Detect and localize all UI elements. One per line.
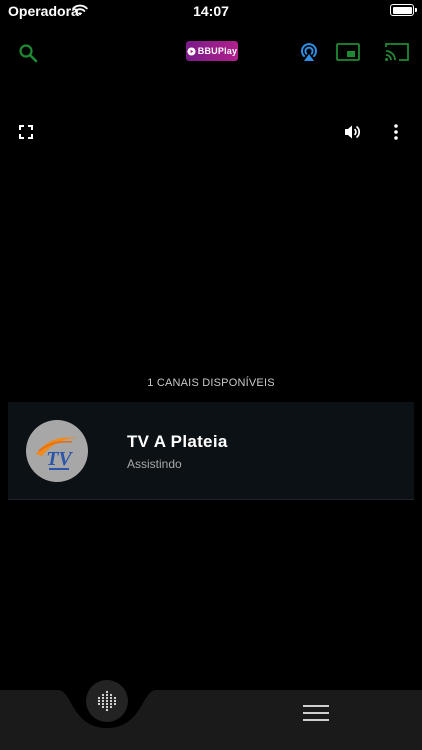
channel-logo: TV xyxy=(26,420,88,482)
cast-button[interactable] xyxy=(383,39,411,65)
channel-logo-text: TV xyxy=(46,448,73,470)
airplay-icon xyxy=(301,43,317,61)
play-icon xyxy=(187,46,196,56)
more-vertical-icon xyxy=(394,124,398,140)
channel-count-label: 1 CANAIS DISPONÍVEIS xyxy=(147,377,275,389)
cast-icon xyxy=(385,43,409,61)
volume-icon xyxy=(345,125,361,139)
battery-icon xyxy=(390,4,417,16)
pip-icon xyxy=(336,43,360,61)
pip-button[interactable] xyxy=(335,40,361,64)
dots-grid-icon xyxy=(97,690,117,712)
volume-button[interactable] xyxy=(342,121,364,143)
menu-button[interactable] xyxy=(303,704,329,722)
fullscreen-button[interactable] xyxy=(16,122,36,142)
airplay-button[interactable] xyxy=(296,39,322,65)
bottom-bar xyxy=(0,690,422,750)
status-time: 14:07 xyxy=(193,3,229,19)
app-logo: BBUPlay xyxy=(186,41,238,61)
search-icon xyxy=(19,44,38,63)
search-button[interactable] xyxy=(14,40,42,66)
menu-icon xyxy=(303,705,329,721)
more-options-button[interactable] xyxy=(386,121,406,143)
logo-text: BBUPlay xyxy=(197,46,238,56)
channel-grid-button[interactable] xyxy=(86,680,128,722)
channel-list-item[interactable]: TV TV A Plateia Assistindo xyxy=(8,402,414,500)
channel-name: TV A Plateia xyxy=(127,432,228,451)
channel-status: Assistindo xyxy=(127,457,182,471)
fullscreen-icon xyxy=(19,125,33,139)
